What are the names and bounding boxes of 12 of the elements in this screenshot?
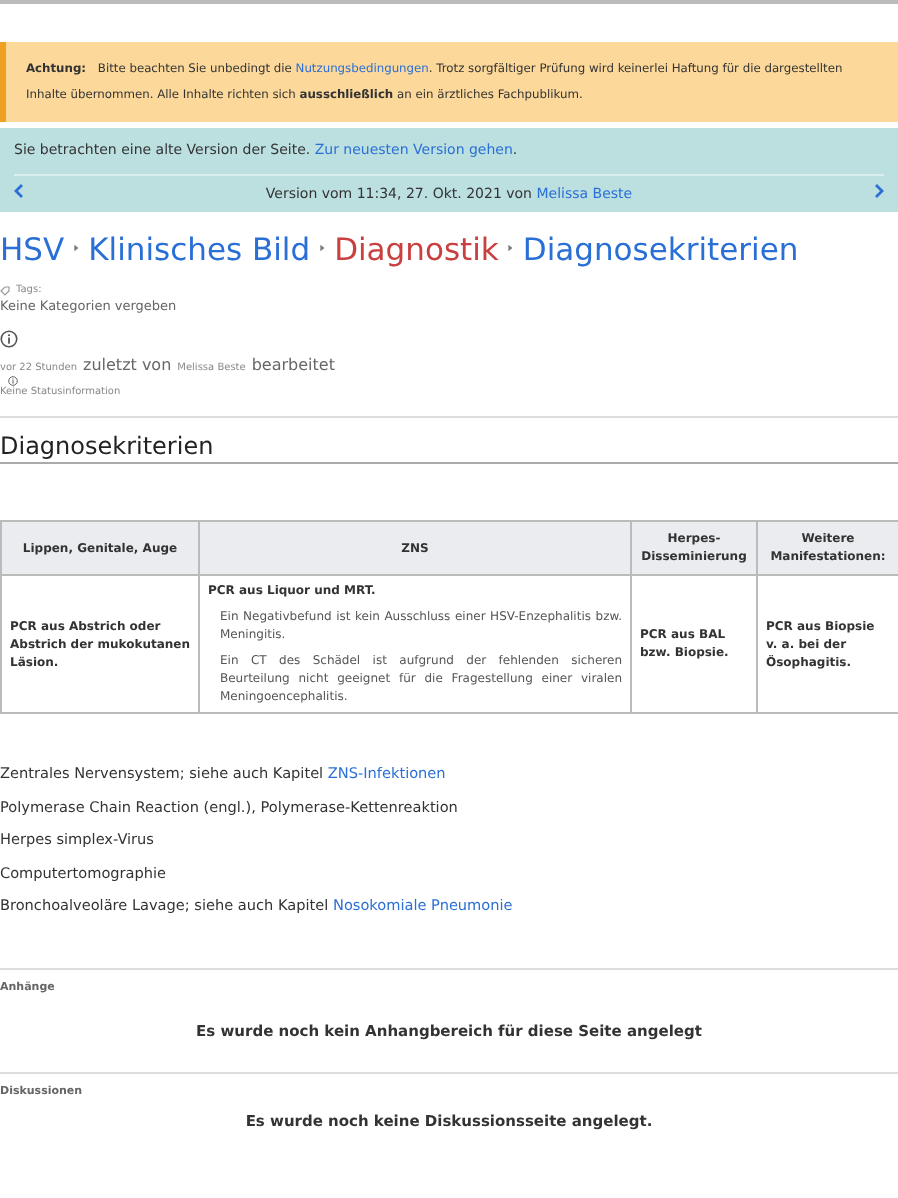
breadcrumb-link[interactable]: HSV xyxy=(0,228,65,272)
tag-icon xyxy=(0,285,10,295)
edited-label: bearbeitet xyxy=(251,356,335,374)
info-icon xyxy=(8,376,18,386)
edited-by-label: zuletzt von xyxy=(83,356,172,374)
chevron-right-icon xyxy=(873,184,884,198)
breadcrumb-link[interactable]: Diagnostik xyxy=(334,228,499,272)
breadcrumb-link[interactable]: Klinisches Bild xyxy=(88,228,311,272)
chevron-left-icon xyxy=(14,184,24,198)
section-heading: Diagnosekriterien xyxy=(0,432,898,464)
info-icon xyxy=(0,330,18,348)
breadcrumb-link[interactable]: Diagnosekriterien xyxy=(522,228,799,272)
